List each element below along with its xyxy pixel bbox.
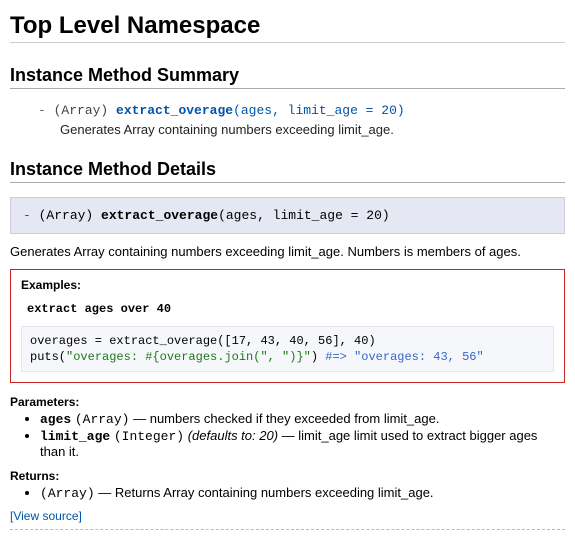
return-type: (Array) (40, 486, 95, 501)
method-summary-signature: - (Array) extract_overage(ages, limit_ag… (38, 103, 565, 118)
signature-dash: - (23, 208, 39, 223)
code-comment: #=> "overages: 43, 56" (325, 350, 483, 364)
returns-list: (Array) — Returns Array containing numbe… (26, 485, 565, 501)
signature-return-type: (Array) (54, 103, 116, 118)
divider (10, 529, 565, 530)
examples-label: Examples: (21, 278, 554, 292)
signature-dash: - (38, 103, 54, 118)
return-desc: — Returns Array containing numbers excee… (95, 485, 434, 500)
parameter-item: ages (Array) — numbers checked if they e… (40, 411, 565, 427)
method-signature-box: - (Array) extract_overage(ages, limit_ag… (10, 197, 565, 234)
code-block: overages = extract_overage([17, 43, 40, … (21, 326, 554, 372)
method-summary-description: Generates Array containing numbers excee… (60, 122, 565, 137)
returns-label: Returns: (10, 469, 565, 483)
param-default: (defaults to: 20) (188, 428, 278, 443)
method-description: Generates Array containing numbers excee… (10, 244, 565, 259)
param-type: (Integer) (114, 429, 184, 444)
signature-args: (ages, limit_age = 20) (218, 208, 390, 223)
param-type: (Array) (75, 412, 130, 427)
parameter-item: limit_age (Integer) (defaults to: 20) — … (40, 428, 565, 459)
page-title: Top Level Namespace (10, 12, 565, 43)
example-caption: extract ages over 40 (27, 302, 554, 316)
method-summary-item: - (Array) extract_overage(ages, limit_ag… (38, 103, 565, 137)
section-summary-title: Instance Method Summary (10, 65, 565, 89)
code-line-1: overages = extract_overage([17, 43, 40, … (30, 334, 376, 348)
signature-method-name: extract_overage (101, 208, 218, 223)
signature-args: (ages, limit_age = 20) (233, 103, 405, 118)
param-name: ages (40, 412, 71, 427)
code-line-2a: puts( (30, 350, 66, 364)
param-desc: — numbers checked if they exceeded from … (129, 411, 439, 426)
method-link[interactable]: extract_overage(ages, limit_age = 20) (116, 103, 405, 118)
signature-method-name: extract_overage (116, 103, 233, 118)
signature-return-type: (Array) (39, 208, 101, 223)
return-item: (Array) — Returns Array containing numbe… (40, 485, 565, 501)
param-name: limit_age (40, 429, 110, 444)
section-details-title: Instance Method Details (10, 159, 565, 183)
code-string: "overages: #{overages.join(", ")}" (66, 350, 311, 364)
parameters-label: Parameters: (10, 395, 565, 409)
view-source-container: [View source] (10, 509, 565, 523)
parameters-list: ages (Array) — numbers checked if they e… (26, 411, 565, 459)
code-line-2b: ) (311, 350, 325, 364)
examples-box: Examples: extract ages over 40 overages … (10, 269, 565, 383)
view-source-link[interactable]: View source (13, 509, 78, 523)
